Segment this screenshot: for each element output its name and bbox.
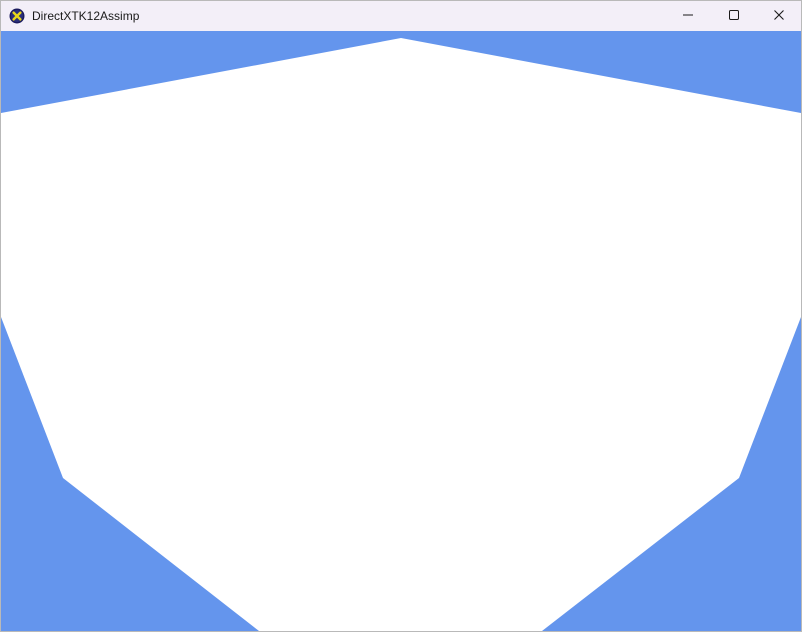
window-title: DirectXTK12Assimp (32, 9, 140, 23)
rendered-scene (1, 38, 801, 631)
close-icon (773, 9, 785, 24)
minimize-button[interactable] (665, 1, 711, 31)
directx-icon (9, 8, 25, 24)
rendered-mesh (1, 38, 801, 631)
minimize-icon (682, 9, 694, 24)
app-window: DirectXTK12Assimp (0, 0, 802, 632)
maximize-button[interactable] (711, 1, 757, 31)
title-bar[interactable]: DirectXTK12Assimp (1, 1, 801, 31)
close-button[interactable] (756, 1, 801, 31)
maximize-icon (728, 9, 740, 24)
render-viewport[interactable] (1, 31, 801, 631)
